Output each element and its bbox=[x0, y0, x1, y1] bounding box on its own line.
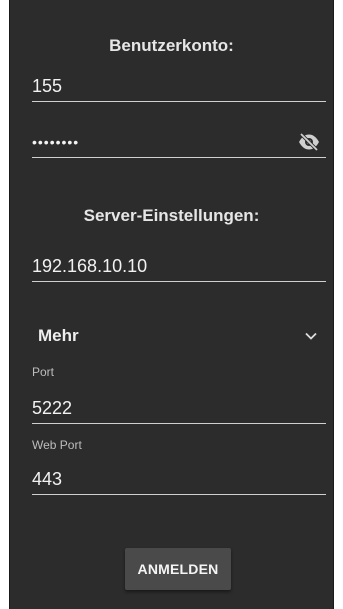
web-port-input[interactable] bbox=[32, 465, 282, 493]
server-address-field bbox=[32, 252, 326, 282]
server-section-title: Server-Einstellungen: bbox=[83, 206, 260, 225]
password-input[interactable] bbox=[32, 128, 282, 156]
more-expander[interactable]: Mehr bbox=[32, 325, 326, 349]
eye-slash-icon[interactable] bbox=[298, 132, 320, 152]
login-button[interactable]: ANMELDEN bbox=[125, 548, 231, 590]
port-field bbox=[32, 394, 326, 424]
username-field bbox=[32, 72, 326, 102]
web-port-label: Web Port bbox=[32, 438, 82, 452]
port-label: Port bbox=[32, 365, 55, 379]
username-input[interactable] bbox=[32, 72, 282, 100]
login-panel: Benutzerkonto: Server-Einstellungen: Meh… bbox=[9, 0, 334, 609]
server-address-input[interactable] bbox=[32, 252, 282, 280]
password-field bbox=[32, 128, 326, 158]
port-input[interactable] bbox=[32, 394, 282, 422]
more-label: Mehr bbox=[38, 326, 79, 345]
chevron-down-icon bbox=[304, 329, 318, 343]
web-port-field bbox=[32, 465, 326, 495]
account-section-title: Benutzerkonto: bbox=[109, 36, 234, 55]
